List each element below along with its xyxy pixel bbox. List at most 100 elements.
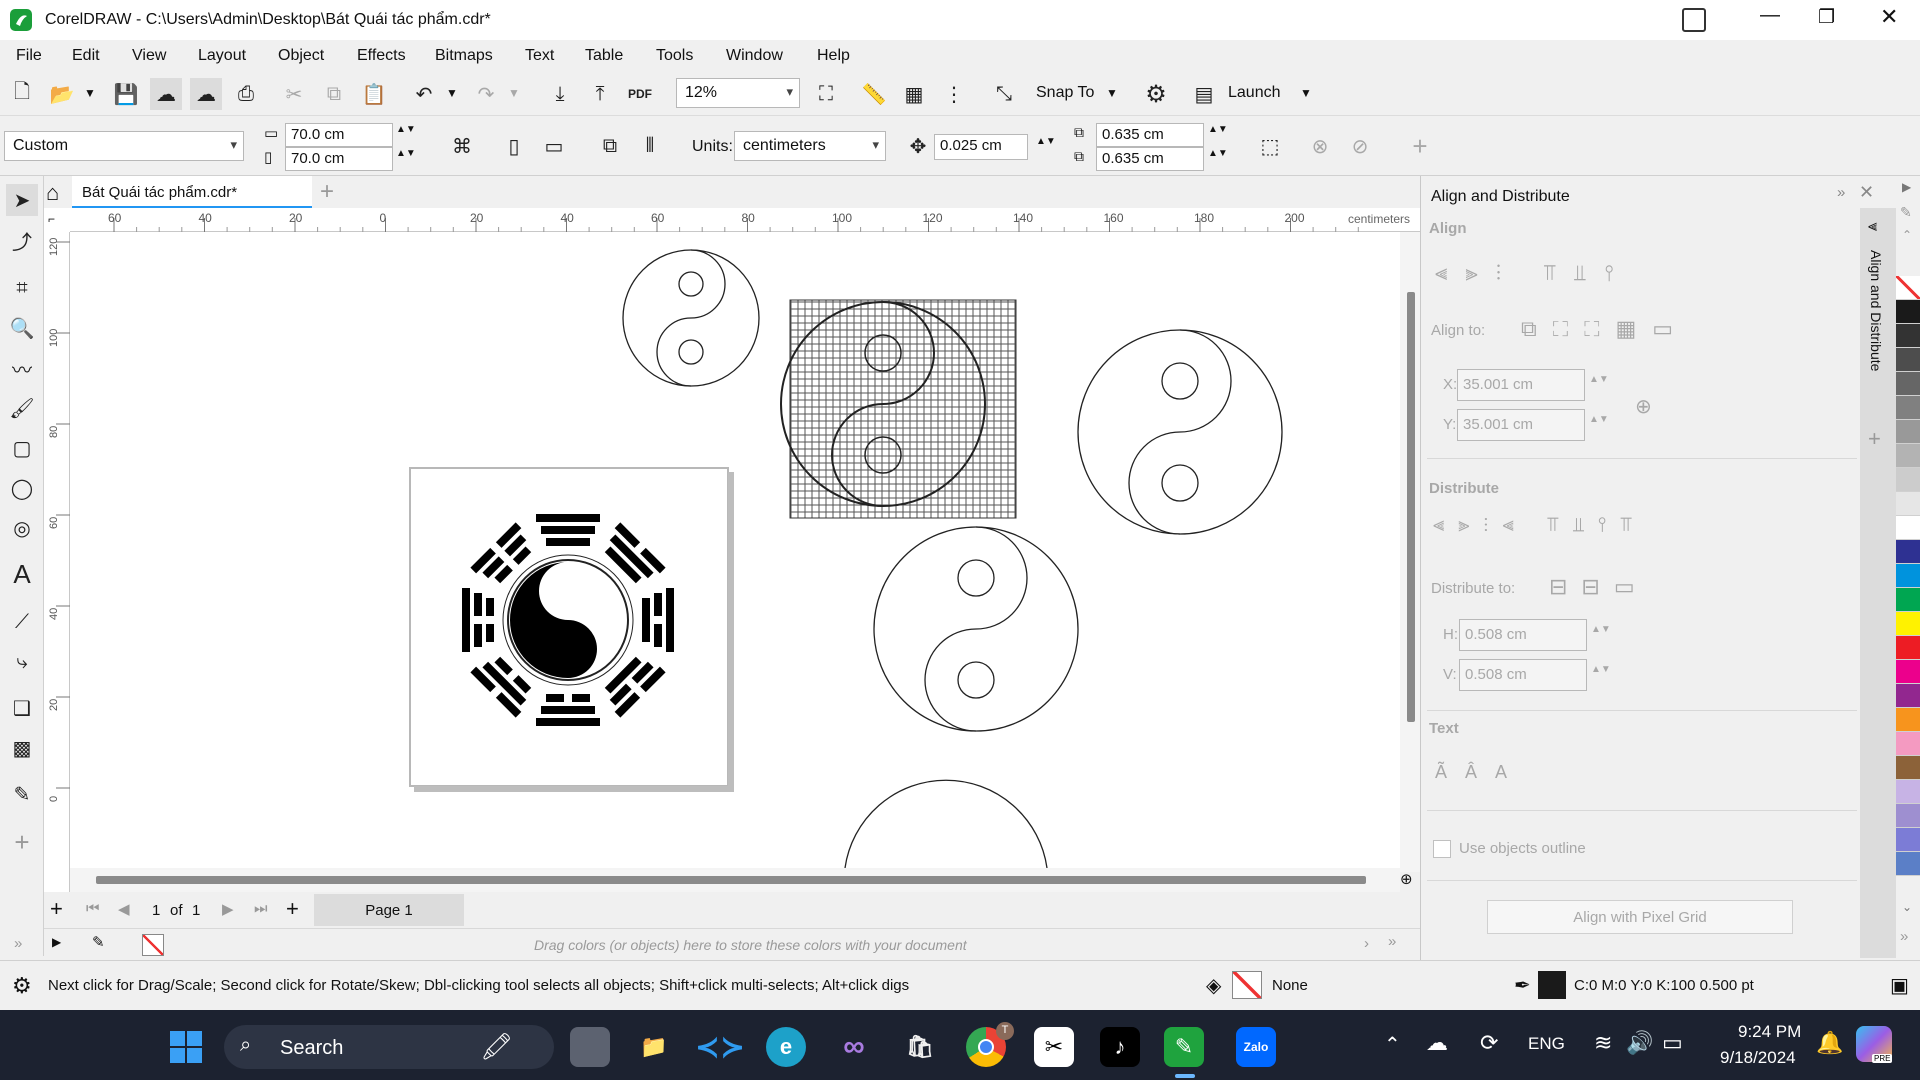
last-page-icon[interactable]: ⏭ — [254, 900, 268, 917]
pick-tool-icon[interactable]: ➤ — [6, 184, 38, 216]
palette-eyedropper-icon[interactable]: ✎ — [92, 933, 105, 951]
clock-date[interactable]: 9/18/2024 — [1720, 1048, 1796, 1068]
add-page-before-icon[interactable]: + — [50, 896, 63, 922]
page-tab-1[interactable]: Page 1 — [314, 894, 464, 926]
snap-to-arrow-icon[interactable]: ▼ — [1106, 86, 1118, 100]
palette-swatch[interactable] — [1896, 804, 1920, 828]
palette-swatch[interactable] — [1896, 444, 1920, 468]
zalo-icon[interactable]: Zalo — [1236, 1027, 1276, 1067]
palette-swatch[interactable] — [1896, 660, 1920, 684]
export-icon[interactable]: ⤒ — [584, 78, 616, 110]
treat-as-filled-icon[interactable]: ⬚ — [1254, 130, 1286, 162]
rectangle-tool-icon[interactable]: ▢ — [6, 432, 38, 464]
zoom-navigator-icon[interactable]: ⊕ — [1400, 870, 1413, 888]
menu-table[interactable]: Table — [585, 47, 623, 65]
add-property-icon[interactable]: + — [1404, 130, 1436, 162]
artistic-media-icon[interactable]: 🖌 — [6, 392, 38, 424]
transparency-tool-icon[interactable]: ▩ — [6, 732, 38, 764]
yin-yang-outline-right[interactable] — [1077, 329, 1283, 535]
open-dropdown-icon[interactable]: ▼ — [84, 86, 96, 100]
menu-file[interactable]: File — [16, 47, 42, 65]
close-button[interactable]: ✕ — [1880, 4, 1898, 30]
palette-scroll-top-icon[interactable]: ⌃ — [1902, 228, 1912, 242]
add-tool-icon[interactable]: + — [6, 826, 38, 858]
page-width-stepper[interactable]: ▲▼ — [396, 124, 416, 135]
no-color-swatch[interactable] — [142, 934, 164, 956]
ruler-origin-icon[interactable]: ⌐ — [44, 208, 70, 232]
outline-pen-icon[interactable]: ✒ — [1514, 973, 1531, 998]
rulers-icon[interactable]: 📏 — [858, 78, 890, 110]
start-icon[interactable] — [166, 1027, 206, 1067]
new-document-icon[interactable]: 🗋 — [6, 78, 38, 110]
palette-swatch[interactable] — [1896, 348, 1920, 372]
tray-overflow-icon[interactable]: ⌃ — [1384, 1032, 1401, 1057]
cut-icon[interactable]: ✂ — [278, 78, 310, 110]
palette-pick-icon[interactable]: ✎ — [1900, 204, 1912, 221]
document-tab[interactable]: Bát Quái tác phẩm.cdr* — [72, 176, 312, 208]
distribute-h-input[interactable]: 0.508 cm — [1459, 619, 1587, 651]
bagua-page[interactable] — [409, 467, 734, 792]
palette-swatch[interactable] — [1896, 276, 1920, 300]
use-outline-checkbox[interactable] — [1433, 840, 1451, 858]
new-tab-icon[interactable]: + — [320, 178, 334, 206]
dynamic-guides-icon[interactable]: ⤡ — [988, 78, 1020, 110]
volume-icon[interactable]: 🔊 — [1626, 1030, 1653, 1056]
import-icon[interactable]: ⤓ — [544, 78, 576, 110]
notifications-bell-icon[interactable]: 🔔 — [1816, 1030, 1843, 1056]
palette-swatch[interactable] — [1896, 516, 1920, 540]
zoom-level-select[interactable]: 12% — [676, 78, 800, 108]
text-align-buttons[interactable]: ÃÂA — [1435, 762, 1525, 783]
undo-dropdown-icon[interactable]: ▼ — [446, 86, 458, 100]
portrait-icon[interactable]: ▯ — [498, 130, 530, 162]
onedrive-icon[interactable]: ☁ — [1426, 1030, 1448, 1056]
expand-palette-icon[interactable]: » — [14, 935, 22, 952]
palette-swatch[interactable] — [1896, 468, 1920, 492]
wifi-icon[interactable]: ≋ — [1594, 1030, 1612, 1056]
palette-scroll-up-icon[interactable]: ▶ — [1902, 180, 1911, 194]
drawing-canvas[interactable] — [70, 232, 1400, 868]
units-select[interactable]: centimeters — [734, 131, 886, 161]
add-page-after-icon[interactable]: + — [286, 896, 299, 922]
launch-icon[interactable]: ▤ — [1188, 78, 1220, 110]
redo-icon[interactable]: ↷ — [470, 78, 502, 110]
current-page-icon[interactable]: ⫴ — [634, 130, 666, 162]
align-to-buttons[interactable]: ⧉⛶⛶▦▭ — [1521, 316, 1689, 342]
horizontal-scrollbar[interactable] — [70, 868, 1400, 892]
menu-help[interactable]: Help — [817, 47, 850, 65]
palette-swatch[interactable] — [1896, 732, 1920, 756]
all-pages-icon[interactable]: ⧉ — [594, 130, 626, 162]
crop-tool-icon[interactable]: ⌗ — [6, 272, 38, 304]
sync-icon[interactable]: ⟳ — [1480, 1030, 1498, 1056]
palette-swatch[interactable] — [1896, 684, 1920, 708]
color-proofing-icon[interactable]: ▣ — [1890, 973, 1909, 998]
connector-tool-icon[interactable]: ⤷ — [6, 646, 38, 678]
taskbar-search-box[interactable]: ⌕ Search 🖍 — [224, 1025, 554, 1069]
page-width-input[interactable]: 70.0 cm — [285, 123, 393, 147]
battery-icon[interactable]: ▭ — [1662, 1030, 1683, 1056]
visual-studio-icon[interactable]: ∞ — [834, 1027, 874, 1067]
copy-icon[interactable]: ⧉ — [318, 78, 350, 110]
transform-settings-2-icon[interactable]: ⊘ — [1344, 130, 1376, 162]
palette-scroll-down-icon[interactable]: ⌄ — [1902, 900, 1912, 914]
clock-time[interactable]: 9:24 PM — [1738, 1022, 1801, 1042]
palette-swatch[interactable] — [1896, 852, 1920, 876]
fill-icon[interactable]: ◈ — [1206, 973, 1221, 998]
palette-swatch[interactable] — [1896, 420, 1920, 444]
ellipse-tool-icon[interactable]: ◯ — [6, 472, 38, 504]
dimension-tool-icon[interactable]: ⟋ — [6, 606, 38, 638]
page-height-input[interactable]: 70.0 cm — [285, 147, 393, 171]
open-folder-icon[interactable]: 📂 — [46, 78, 78, 110]
duplicate-y-stepper[interactable]: ▲▼ — [1208, 148, 1228, 159]
palette-swatch[interactable] — [1896, 324, 1920, 348]
align-pixel-grid-button[interactable]: Align with Pixel Grid — [1487, 900, 1793, 934]
menu-effects[interactable]: Effects — [357, 47, 406, 65]
docker-collapse-icon[interactable]: » — [1837, 184, 1845, 201]
page-height-stepper[interactable]: ▲▼ — [396, 148, 416, 159]
first-page-icon[interactable]: ⏮ — [86, 900, 100, 917]
menu-edit[interactable]: Edit — [72, 47, 100, 65]
horizontal-scroll-thumb[interactable] — [96, 876, 1366, 884]
cloud-download-icon[interactable]: ☁ — [150, 78, 182, 110]
task-view-icon[interactable] — [570, 1027, 610, 1067]
landscape-icon[interactable]: ▭ — [538, 130, 570, 162]
distribute-h-stepper[interactable]: ▲▼ — [1591, 624, 1611, 635]
